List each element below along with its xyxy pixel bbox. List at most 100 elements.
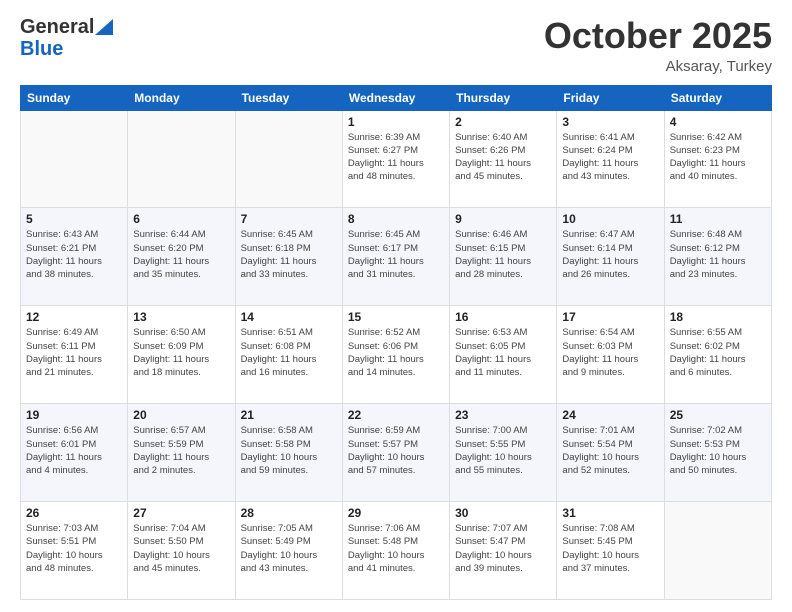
day-info: Sunrise: 6:48 AM Sunset: 6:12 PM Dayligh…	[670, 228, 766, 281]
day-number: 12	[26, 310, 122, 324]
day-info: Sunrise: 6:52 AM Sunset: 6:06 PM Dayligh…	[348, 326, 444, 379]
table-row: 4Sunrise: 6:42 AM Sunset: 6:23 PM Daylig…	[664, 110, 771, 208]
day-number: 7	[241, 212, 337, 226]
day-info: Sunrise: 6:44 AM Sunset: 6:20 PM Dayligh…	[133, 228, 229, 281]
day-number: 16	[455, 310, 551, 324]
table-row: 27 Sunrise: 7:04 AM Sunset: 5:50 PM Dayli…	[128, 502, 235, 600]
table-row	[128, 110, 235, 208]
table-row: 12 Sunrise: 6:49 AM Sunset: 6:11 PM Dayli…	[21, 306, 128, 404]
table-row	[235, 110, 342, 208]
table-row: 15 Sunrise: 6:52 AM Sunset: 6:06 PM Dayli…	[342, 306, 449, 404]
table-row: 8 Sunrise: 6:45 AM Sunset: 6:17 PM Daylig…	[342, 208, 449, 306]
day-number: 8	[348, 212, 444, 226]
day-number: 30	[455, 506, 551, 520]
table-row: 31Sunrise: 7:08 AM Sunset: 5:45 PM Dayli…	[557, 502, 664, 600]
day-info: Sunrise: 6:49 AM Sunset: 6:11 PM Dayligh…	[26, 326, 122, 379]
day-info: Sunrise: 7:05 AM Sunset: 5:49 PM Dayligh…	[241, 522, 337, 575]
col-friday: Friday	[557, 85, 664, 110]
day-number: 15	[348, 310, 444, 324]
page: General Blue October 2025 Aksaray, Turke…	[0, 0, 792, 612]
day-info: Sunrise: 6:45 AM Sunset: 6:18 PM Dayligh…	[241, 228, 337, 281]
day-info: Sunrise: 6:45 AM Sunset: 6:17 PM Dayligh…	[348, 228, 444, 281]
logo-blue-text: Blue	[20, 38, 63, 60]
logo-triangle-icon	[95, 19, 113, 35]
day-number: 11	[670, 212, 766, 226]
day-number: 19	[26, 408, 122, 422]
day-number: 23	[455, 408, 551, 422]
day-info: Sunrise: 6:42 AM Sunset: 6:23 PM Dayligh…	[670, 131, 766, 184]
day-info: Sunrise: 7:08 AM Sunset: 5:45 PM Dayligh…	[562, 522, 658, 575]
table-row: 21Sunrise: 6:58 AM Sunset: 5:58 PM Dayli…	[235, 404, 342, 502]
table-row: 30 Sunrise: 7:07 AM Sunset: 5:47 PM Dayli…	[450, 502, 557, 600]
day-info: Sunrise: 6:58 AM Sunset: 5:58 PM Dayligh…	[241, 424, 337, 477]
day-number: 14	[241, 310, 337, 324]
day-number: 25	[670, 408, 766, 422]
calendar-table: Sunday Monday Tuesday Wednesday Thursday…	[20, 85, 772, 600]
table-row: 11 Sunrise: 6:48 AM Sunset: 6:12 PM Dayli…	[664, 208, 771, 306]
calendar-week-row: 12 Sunrise: 6:49 AM Sunset: 6:11 PM Dayli…	[21, 306, 772, 404]
day-number: 28	[241, 506, 337, 520]
table-row: 9Sunrise: 6:46 AM Sunset: 6:15 PM Daylig…	[450, 208, 557, 306]
table-row: 1 Sunrise: 6:39 AM Sunset: 6:27 PM Daylig…	[342, 110, 449, 208]
logo-general-text: General	[20, 16, 94, 38]
month-title: October 2025	[544, 16, 772, 56]
day-info: Sunrise: 7:04 AM Sunset: 5:50 PM Dayligh…	[133, 522, 229, 575]
day-number: 1	[348, 115, 444, 129]
day-info: Sunrise: 6:53 AM Sunset: 6:05 PM Dayligh…	[455, 326, 551, 379]
day-info: Sunrise: 6:43 AM Sunset: 6:21 PM Dayligh…	[26, 228, 122, 281]
day-info: Sunrise: 6:55 AM Sunset: 6:02 PM Dayligh…	[670, 326, 766, 379]
day-info: Sunrise: 6:57 AM Sunset: 5:59 PM Dayligh…	[133, 424, 229, 477]
day-number: 13	[133, 310, 229, 324]
table-row: 16 Sunrise: 6:53 AM Sunset: 6:05 PM Dayli…	[450, 306, 557, 404]
calendar-week-row: 1 Sunrise: 6:39 AM Sunset: 6:27 PM Daylig…	[21, 110, 772, 208]
day-info: Sunrise: 7:06 AM Sunset: 5:48 PM Dayligh…	[348, 522, 444, 575]
day-info: Sunrise: 6:47 AM Sunset: 6:14 PM Dayligh…	[562, 228, 658, 281]
day-info: Sunrise: 7:00 AM Sunset: 5:55 PM Dayligh…	[455, 424, 551, 477]
table-row: 5 Sunrise: 6:43 AM Sunset: 6:21 PM Daylig…	[21, 208, 128, 306]
calendar-week-row: 19Sunrise: 6:56 AM Sunset: 6:01 PM Dayli…	[21, 404, 772, 502]
day-number: 6	[133, 212, 229, 226]
table-row: 18Sunrise: 6:55 AM Sunset: 6:02 PM Dayli…	[664, 306, 771, 404]
table-row: 25 Sunrise: 7:02 AM Sunset: 5:53 PM Dayli…	[664, 404, 771, 502]
table-row: 6 Sunrise: 6:44 AM Sunset: 6:20 PM Daylig…	[128, 208, 235, 306]
day-info: Sunrise: 6:59 AM Sunset: 5:57 PM Dayligh…	[348, 424, 444, 477]
day-number: 5	[26, 212, 122, 226]
table-row: 26Sunrise: 7:03 AM Sunset: 5:51 PM Dayli…	[21, 502, 128, 600]
day-number: 29	[348, 506, 444, 520]
day-info: Sunrise: 7:07 AM Sunset: 5:47 PM Dayligh…	[455, 522, 551, 575]
table-row: 3 Sunrise: 6:41 AM Sunset: 6:24 PM Daylig…	[557, 110, 664, 208]
location-title: Aksaray, Turkey	[544, 58, 772, 75]
header: General Blue October 2025 Aksaray, Turke…	[20, 16, 772, 75]
day-number: 27	[133, 506, 229, 520]
table-row: 7 Sunrise: 6:45 AM Sunset: 6:18 PM Daylig…	[235, 208, 342, 306]
day-info: Sunrise: 7:01 AM Sunset: 5:54 PM Dayligh…	[562, 424, 658, 477]
col-tuesday: Tuesday	[235, 85, 342, 110]
day-info: Sunrise: 6:40 AM Sunset: 6:26 PM Dayligh…	[455, 131, 551, 184]
table-row: 22Sunrise: 6:59 AM Sunset: 5:57 PM Dayli…	[342, 404, 449, 502]
table-row: 13 Sunrise: 6:50 AM Sunset: 6:09 PM Dayli…	[128, 306, 235, 404]
table-row: 17 Sunrise: 6:54 AM Sunset: 6:03 PM Dayli…	[557, 306, 664, 404]
table-row: 23 Sunrise: 7:00 AM Sunset: 5:55 PM Dayli…	[450, 404, 557, 502]
day-info: Sunrise: 6:50 AM Sunset: 6:09 PM Dayligh…	[133, 326, 229, 379]
calendar-header-row: Sunday Monday Tuesday Wednesday Thursday…	[21, 85, 772, 110]
day-number: 10	[562, 212, 658, 226]
day-number: 3	[562, 115, 658, 129]
day-info: Sunrise: 7:02 AM Sunset: 5:53 PM Dayligh…	[670, 424, 766, 477]
day-info: Sunrise: 7:03 AM Sunset: 5:51 PM Dayligh…	[26, 522, 122, 575]
col-monday: Monday	[128, 85, 235, 110]
day-info: Sunrise: 6:54 AM Sunset: 6:03 PM Dayligh…	[562, 326, 658, 379]
day-number: 2	[455, 115, 551, 129]
table-row: 24 Sunrise: 7:01 AM Sunset: 5:54 PM Dayli…	[557, 404, 664, 502]
day-info: Sunrise: 6:41 AM Sunset: 6:24 PM Dayligh…	[562, 131, 658, 184]
col-sunday: Sunday	[21, 85, 128, 110]
day-number: 17	[562, 310, 658, 324]
table-row: 29 Sunrise: 7:06 AM Sunset: 5:48 PM Dayli…	[342, 502, 449, 600]
day-info: Sunrise: 6:39 AM Sunset: 6:27 PM Dayligh…	[348, 131, 444, 184]
col-saturday: Saturday	[664, 85, 771, 110]
day-number: 24	[562, 408, 658, 422]
table-row	[21, 110, 128, 208]
table-row: 28 Sunrise: 7:05 AM Sunset: 5:49 PM Dayli…	[235, 502, 342, 600]
day-number: 20	[133, 408, 229, 422]
table-row: 2 Sunrise: 6:40 AM Sunset: 6:26 PM Daylig…	[450, 110, 557, 208]
logo: General Blue	[20, 16, 114, 60]
